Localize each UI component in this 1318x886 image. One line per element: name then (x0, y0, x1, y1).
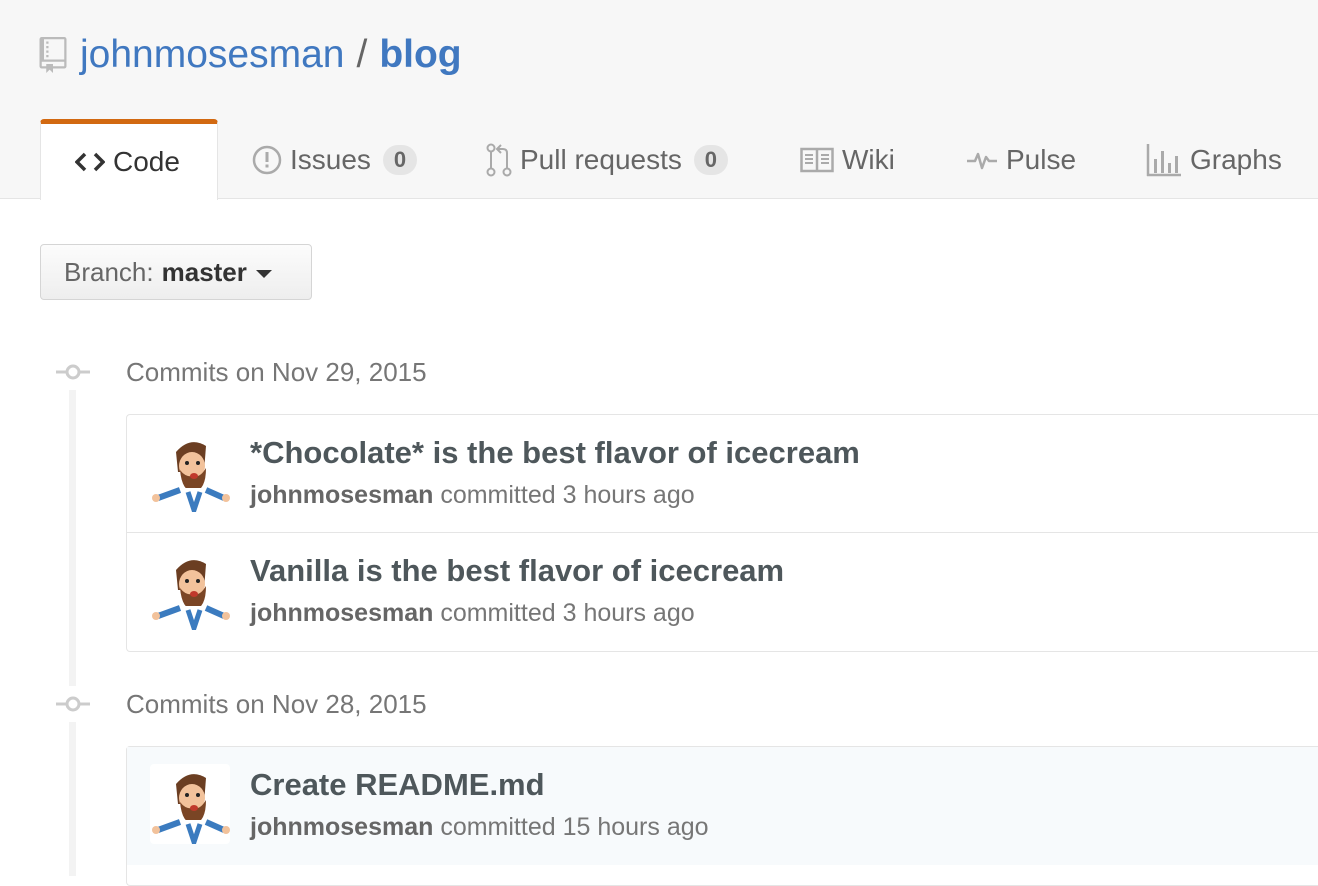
avatar[interactable] (150, 550, 230, 630)
git-commit-icon (56, 364, 90, 380)
code-icon (75, 151, 105, 173)
git-commit-icon (56, 696, 90, 712)
tab-issues[interactable]: Issues 0 (252, 119, 417, 200)
tab-graphs-label: Graphs (1190, 143, 1282, 175)
timeline-line (69, 390, 76, 686)
commit-verb: committed (440, 813, 556, 841)
graph-icon (1146, 143, 1182, 177)
commit-meta: johnmosesman committed 3 hours ago (250, 599, 695, 628)
repo-header: johnmosesman / blog Code Issues 0 Pull r… (0, 0, 1318, 200)
commit-time: 15 hours ago (562, 813, 709, 841)
tab-issues-label: Issues (290, 143, 371, 175)
tab-pulse[interactable]: Pulse (966, 119, 1076, 200)
issues-counter: 0 (382, 144, 417, 175)
pull-requests-counter: 0 (693, 144, 728, 175)
commit-group-title: Commits on Nov 29, 2015 (126, 357, 427, 387)
commit-author-link[interactable]: johnmosesman (250, 599, 433, 627)
tab-wiki[interactable]: Wiki (800, 119, 895, 200)
commit-row: Vanilla is the best flavor of icecream j… (127, 533, 1318, 651)
repo-path-separator: / (356, 33, 368, 76)
commit-row: *Chocolate* is the best flavor of icecre… (127, 415, 1318, 533)
commit-group-title: Commits on Nov 28, 2015 (126, 689, 427, 719)
timeline-line (69, 722, 76, 876)
commit-author-link[interactable]: johnmosesman (250, 813, 433, 841)
commit-list: Create README.md johnmosesman committed … (126, 746, 1318, 886)
commit-verb: committed (440, 599, 556, 627)
commit-message-link[interactable]: *Chocolate* is the best flavor of icecre… (250, 435, 860, 471)
commit-list: *Chocolate* is the best flavor of icecre… (126, 414, 1318, 652)
tab-wiki-label: Wiki (842, 143, 895, 175)
repo-nav-tabs: Code Issues 0 Pull requests 0 Wiki Pulse… (0, 119, 1318, 200)
commit-author-link[interactable]: johnmosesman (250, 481, 433, 509)
commit-verb: committed (440, 481, 556, 509)
repo-owner-link[interactable]: johnmosesman (80, 33, 344, 77)
tab-graphs[interactable]: Graphs (1146, 119, 1282, 200)
pull-request-icon (486, 143, 512, 177)
tab-code[interactable]: Code (40, 119, 218, 200)
commit-time: 3 hours ago (562, 599, 695, 627)
commit-time: 3 hours ago (562, 481, 695, 509)
issue-icon (252, 145, 282, 175)
tab-pull-requests[interactable]: Pull requests 0 (486, 119, 728, 200)
commit-meta: johnmosesman committed 15 hours ago (250, 813, 709, 842)
commit-message-link[interactable]: Vanilla is the best flavor of icecream (250, 553, 784, 589)
book-icon (800, 147, 834, 173)
repo-name-link[interactable]: blog (379, 33, 461, 77)
tab-code-label: Code (113, 146, 180, 177)
avatar[interactable] (150, 764, 230, 844)
tab-pulse-label: Pulse (1006, 143, 1077, 175)
branch-prefix: Branch: (64, 256, 154, 287)
commit-row: Create README.md johnmosesman committed … (127, 747, 1318, 865)
tab-pull-requests-label: Pull requests (520, 143, 682, 175)
branch-name: master (161, 256, 247, 287)
commit-meta: johnmosesman committed 3 hours ago (250, 481, 695, 510)
commit-message-link[interactable]: Create README.md (250, 767, 545, 803)
branch-select-button[interactable]: Branch: master (40, 244, 312, 300)
repo-icon (39, 37, 67, 73)
repo-title: johnmosesman / blog (38, 30, 462, 80)
avatar[interactable] (150, 432, 230, 512)
pulse-icon (966, 148, 998, 172)
caret-down-icon (255, 269, 272, 278)
